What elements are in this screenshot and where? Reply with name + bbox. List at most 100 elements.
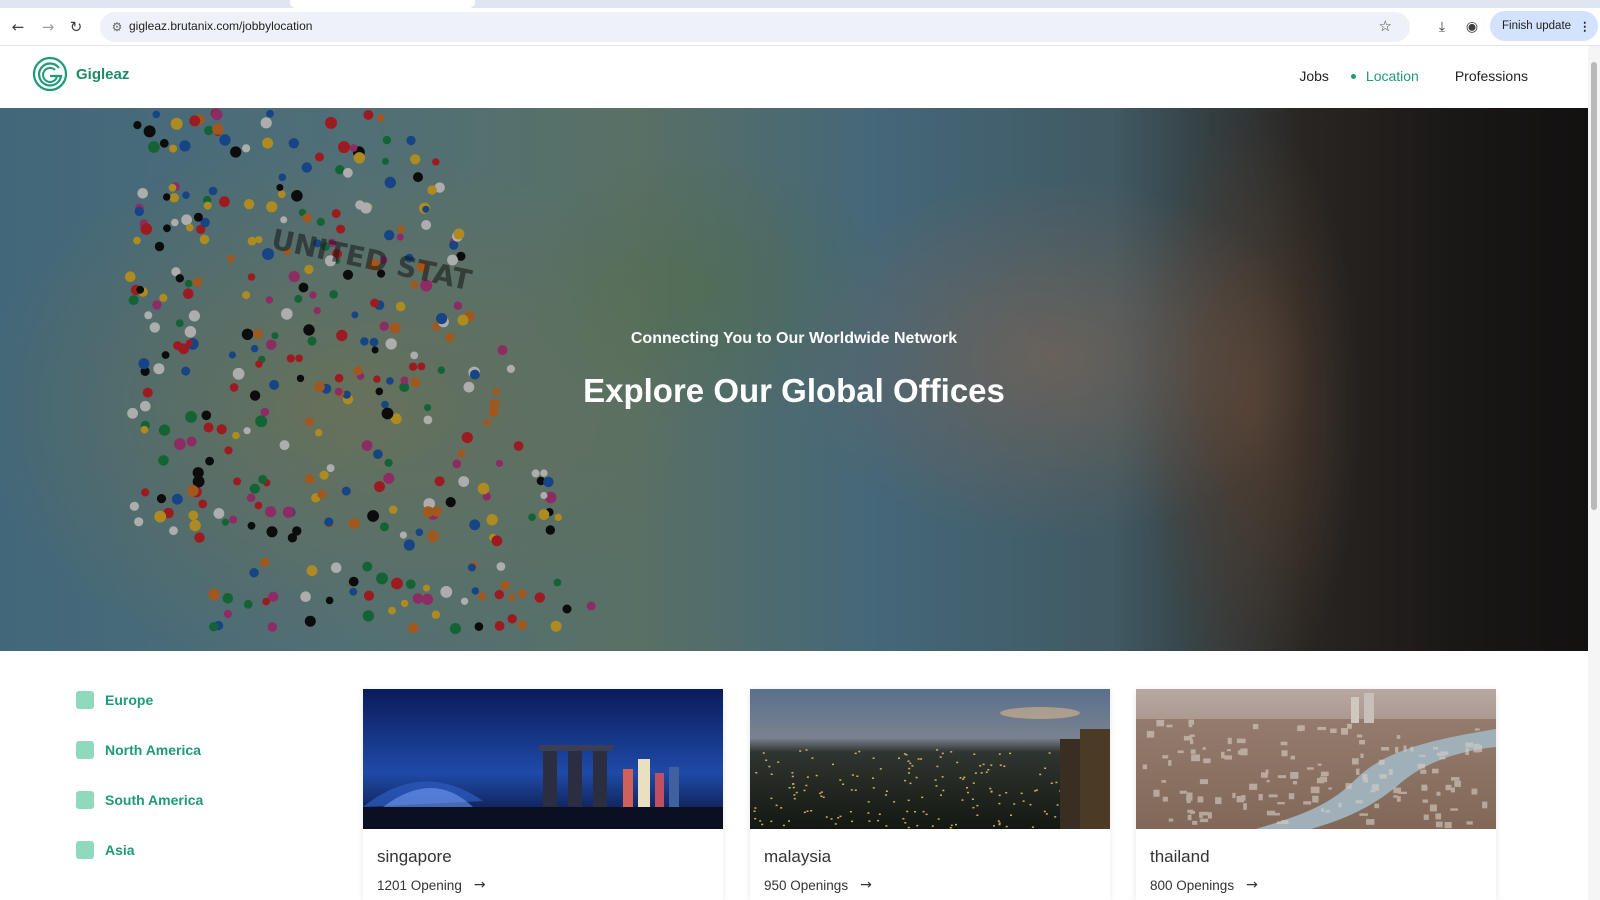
region-checkbox[interactable] bbox=[76, 741, 94, 759]
region-label: South America bbox=[105, 792, 204, 808]
active-tab[interactable] bbox=[290, 0, 475, 8]
city-light bbox=[985, 771, 988, 773]
location-card-malaysia[interactable]: malaysia 950 Openings → bbox=[750, 689, 1110, 900]
city-building bbox=[1433, 746, 1438, 750]
city-light bbox=[925, 813, 928, 816]
city-light bbox=[885, 825, 888, 827]
city-building bbox=[1226, 749, 1231, 752]
region-item-europe[interactable]: Europe bbox=[76, 690, 203, 710]
city-light bbox=[1056, 804, 1059, 806]
download-icon[interactable]: ⤓ bbox=[1432, 17, 1452, 37]
city-building bbox=[1161, 780, 1167, 783]
card-openings[interactable]: 1201 Opening → bbox=[377, 877, 486, 893]
city-building bbox=[1197, 796, 1204, 803]
city-light bbox=[819, 792, 822, 795]
region-item-north-america[interactable]: North America bbox=[76, 740, 203, 760]
city-light bbox=[962, 778, 965, 780]
city-light bbox=[820, 791, 823, 793]
city-light bbox=[1044, 767, 1047, 769]
city-light bbox=[834, 823, 837, 825]
nav-professions[interactable]: Professions bbox=[1455, 68, 1528, 84]
city-light bbox=[867, 812, 870, 814]
city-light bbox=[898, 757, 900, 759]
city-building bbox=[1429, 804, 1437, 812]
city-light bbox=[856, 775, 859, 777]
card-openings[interactable]: 800 Openings → bbox=[1150, 877, 1258, 893]
city-building bbox=[1288, 793, 1295, 800]
city-light bbox=[904, 779, 907, 782]
city-light bbox=[909, 782, 912, 785]
region-checkbox[interactable] bbox=[76, 841, 94, 859]
city-building bbox=[1266, 779, 1270, 783]
city-light bbox=[1005, 825, 1008, 828]
region-item-south-america[interactable]: South America bbox=[76, 790, 203, 810]
bookmark-star-icon[interactable]: ☆ bbox=[1379, 17, 1392, 35]
address-bar[interactable]: ⚙ gigleaz.brutanix.com/jobbylocation ☆ bbox=[100, 12, 1410, 42]
city-light bbox=[879, 768, 882, 770]
location-card-thailand[interactable]: thailand 800 Openings → bbox=[1136, 689, 1496, 900]
city-light bbox=[922, 810, 925, 813]
city-light bbox=[915, 776, 918, 779]
city-light bbox=[914, 811, 916, 813]
city-building bbox=[1146, 730, 1155, 738]
region-checkbox[interactable] bbox=[76, 791, 94, 809]
city-light bbox=[955, 823, 957, 826]
arrow-right-icon[interactable]: → bbox=[1246, 877, 1258, 893]
back-icon[interactable]: ← bbox=[8, 17, 28, 37]
browser-menu-icon[interactable]: ⋮ bbox=[1579, 19, 1591, 33]
arrow-right-icon[interactable]: → bbox=[474, 877, 486, 893]
city-building bbox=[1310, 786, 1320, 794]
city-light bbox=[791, 772, 794, 774]
page-scrollbar[interactable] bbox=[1588, 46, 1600, 900]
nav-jobs[interactable]: Jobs bbox=[1299, 68, 1329, 84]
city-light bbox=[761, 823, 764, 826]
forward-icon[interactable]: → bbox=[38, 17, 58, 37]
profile-icon[interactable]: ◉ bbox=[1462, 17, 1482, 37]
city-light bbox=[805, 784, 808, 787]
city-light bbox=[795, 791, 798, 794]
singapore-photo bbox=[363, 689, 723, 829]
city-light bbox=[782, 824, 785, 827]
city-light bbox=[920, 758, 923, 760]
city-building bbox=[1203, 758, 1211, 764]
city-building bbox=[1258, 794, 1263, 801]
city-light bbox=[755, 772, 758, 774]
brand-logo[interactable]: Gigleaz bbox=[32, 56, 129, 92]
region-checkbox[interactable] bbox=[76, 691, 94, 709]
city-building bbox=[1317, 763, 1322, 766]
city-building bbox=[1381, 747, 1390, 751]
city-light bbox=[967, 791, 969, 794]
url-text[interactable]: gigleaz.brutanix.com/jobbylocation bbox=[129, 19, 312, 33]
city-building bbox=[1186, 799, 1191, 804]
city-light bbox=[1003, 765, 1006, 767]
city-building bbox=[1162, 796, 1168, 802]
card-openings[interactable]: 950 Openings → bbox=[764, 877, 872, 893]
city-light bbox=[775, 804, 778, 807]
city-light bbox=[997, 820, 1000, 822]
nav-location[interactable]: Location bbox=[1350, 68, 1419, 84]
site-info-icon[interactable]: ⚙ bbox=[108, 18, 126, 36]
city-building bbox=[1166, 724, 1173, 728]
scrollbar-thumb[interactable] bbox=[1591, 62, 1597, 510]
city-building bbox=[1359, 740, 1365, 745]
city-building bbox=[1437, 752, 1446, 757]
city-light bbox=[851, 820, 854, 823]
city-building bbox=[1189, 811, 1195, 814]
city-light bbox=[908, 767, 911, 770]
arrow-right-icon[interactable]: → bbox=[860, 877, 872, 893]
reload-icon[interactable]: ↻ bbox=[66, 17, 86, 37]
location-card-singapore[interactable]: singapore 1201 Opening → bbox=[363, 689, 723, 900]
finish-update-button[interactable]: Finish update ⋮ bbox=[1490, 11, 1598, 41]
city-light bbox=[759, 820, 762, 822]
city-light bbox=[907, 826, 910, 829]
city-light bbox=[791, 775, 794, 778]
city-light bbox=[937, 818, 940, 820]
city-building bbox=[1422, 799, 1428, 803]
city-light bbox=[999, 764, 1002, 766]
city-light bbox=[950, 751, 953, 753]
city-light bbox=[1055, 781, 1058, 784]
city-light bbox=[1022, 800, 1025, 802]
city-light bbox=[792, 783, 794, 785]
region-item-asia[interactable]: Asia bbox=[76, 840, 203, 860]
city-light bbox=[868, 820, 871, 822]
